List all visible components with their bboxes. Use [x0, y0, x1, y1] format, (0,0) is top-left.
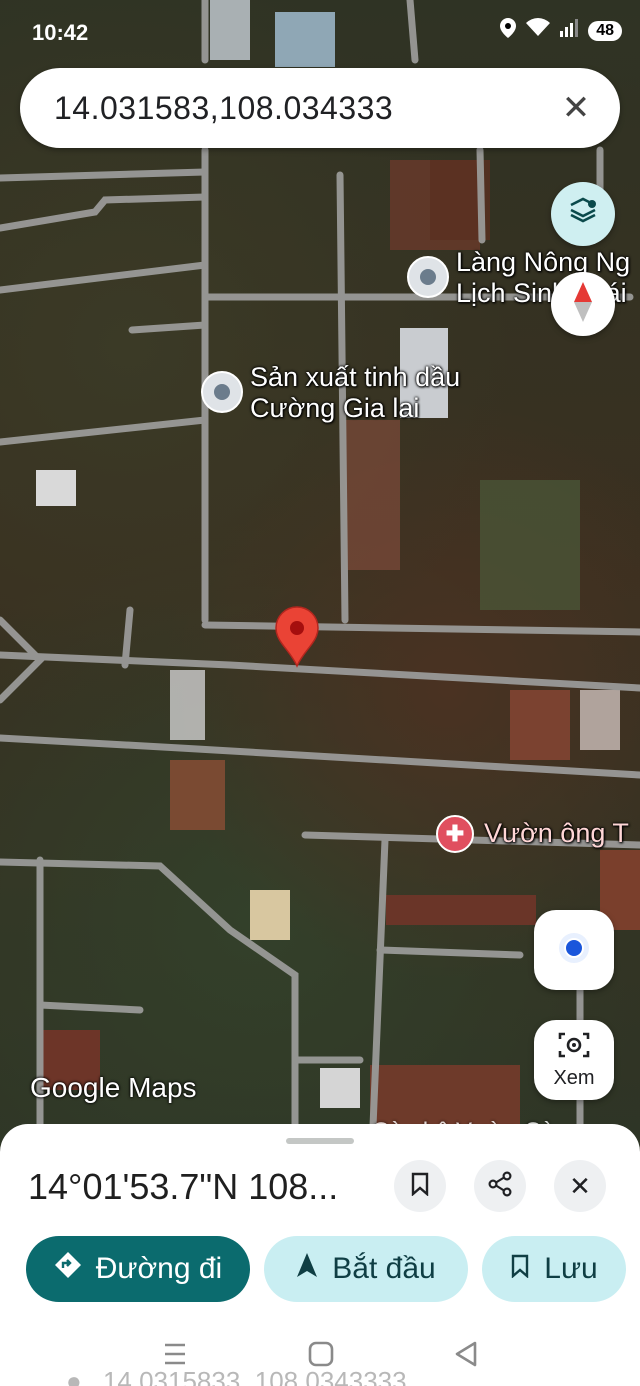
- my-location-icon: [556, 930, 592, 971]
- back-icon[interactable]: [454, 1341, 478, 1372]
- sheet-drag-handle[interactable]: [286, 1138, 354, 1144]
- search-input[interactable]: 14.031583,108.034333: [54, 90, 556, 127]
- poi-label-tinh-dau[interactable]: Sản xuất tinh dầu Cường Gia lai: [250, 362, 460, 424]
- coordinates-title: 14°01'53.7"N 108...: [28, 1166, 339, 1207]
- signal-icon: [560, 19, 579, 43]
- layers-icon: [567, 196, 599, 233]
- place-marker-icon[interactable]: [407, 256, 449, 298]
- start-navigation-button[interactable]: Bắt đầu: [264, 1236, 468, 1302]
- my-location-button[interactable]: [534, 910, 614, 990]
- system-nav-bar: [0, 1326, 640, 1386]
- close-sheet-button[interactable]: ✕: [554, 1160, 606, 1212]
- location-icon: [500, 18, 517, 44]
- wifi-icon: [526, 18, 551, 44]
- bookmark-icon: [410, 1172, 430, 1201]
- poi-label-line: Cường Gia lai: [250, 393, 420, 423]
- lens-button[interactable]: Xem: [534, 1020, 614, 1100]
- share-icon: [487, 1170, 513, 1202]
- compass-icon: [572, 281, 594, 327]
- start-label: Bắt đầu: [332, 1252, 436, 1285]
- battery-indicator: 48: [588, 21, 622, 41]
- garden-place-icon[interactable]: ✚: [436, 815, 474, 853]
- status-time: 10:42: [32, 20, 89, 45]
- recent-apps-icon[interactable]: [162, 1342, 188, 1371]
- poi-label-vuon-ong[interactable]: Vườn ông T: [484, 818, 629, 849]
- poi-label-line: Sản xuất tinh dầu: [250, 362, 461, 392]
- search-bar[interactable]: 14.031583,108.034333 ✕: [20, 68, 620, 148]
- share-button[interactable]: [474, 1160, 526, 1212]
- layers-button[interactable]: [551, 182, 615, 246]
- lens-label: Xem: [553, 1067, 595, 1089]
- status-bar: 10:42 48: [0, 0, 640, 64]
- home-icon[interactable]: [308, 1341, 334, 1372]
- directions-button[interactable]: Đường đi: [26, 1236, 250, 1302]
- close-icon: ✕: [569, 1170, 591, 1201]
- bookmark-button[interactable]: [394, 1160, 446, 1212]
- place-marker-icon[interactable]: [201, 371, 243, 413]
- directions-label: Đường đi: [95, 1252, 223, 1285]
- dropped-pin-icon[interactable]: [275, 606, 319, 668]
- navigation-arrow-icon: [296, 1252, 318, 1286]
- directions-icon: [54, 1251, 82, 1287]
- bookmark-icon: [510, 1252, 530, 1286]
- compass-button[interactable]: [551, 272, 615, 336]
- status-icons: 48: [500, 18, 622, 44]
- place-bottom-sheet[interactable]: 14°01'53.7"N 108... ✕ Đường đi Bắt đầu L…: [0, 1124, 640, 1386]
- google-maps-logo: Google Maps: [30, 1072, 197, 1103]
- poi-label-line: Làng Nông Ng: [456, 247, 631, 277]
- save-button[interactable]: Lưu: [482, 1236, 626, 1302]
- save-label: Lưu: [544, 1252, 598, 1285]
- camera-lens-icon: [558, 1030, 590, 1065]
- close-icon[interactable]: ✕: [556, 88, 596, 128]
